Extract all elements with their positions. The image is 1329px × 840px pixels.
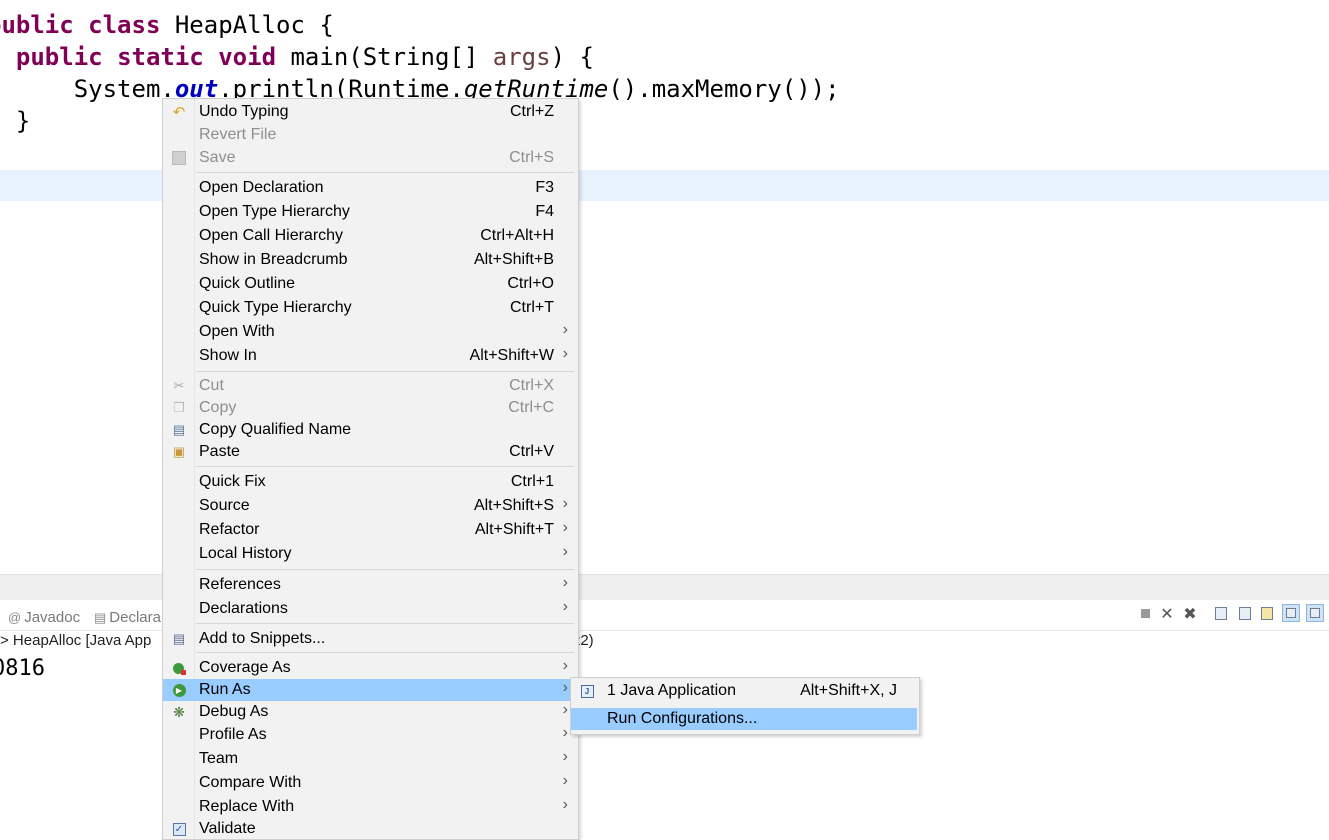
- menu-item-java-application[interactable]: J 1 Java Application Alt+Shift+X, J: [571, 680, 917, 702]
- menu-item-show-in-breadcrumb[interactable]: Show in Breadcrumb Alt+Shift+B: [163, 249, 578, 271]
- menu-item-source[interactable]: Source Alt+Shift+S ›: [163, 495, 578, 517]
- copy-qualified-icon: ▤: [172, 422, 186, 437]
- menu-item-quick-type-hierarchy[interactable]: Quick Type Hierarchy Ctrl+T: [163, 297, 578, 319]
- run-icon: ▶: [171, 682, 187, 698]
- menu-item-copy[interactable]: ❐ Copy Ctrl+C: [163, 397, 578, 419]
- menu-item-quick-outline[interactable]: Quick Outline Ctrl+O: [163, 273, 578, 295]
- remove-launch-icon[interactable]: ✕: [1158, 604, 1176, 623]
- menu-item-references[interactable]: References ›: [163, 574, 578, 596]
- menu-item-open-type-hierarchy[interactable]: Open Type Hierarchy F4: [163, 201, 578, 223]
- word-wrap-icon[interactable]: [1258, 604, 1276, 622]
- menu-item-open-call-hierarchy[interactable]: Open Call Hierarchy Ctrl+Alt+H: [163, 225, 578, 247]
- java-app-icon: J: [579, 683, 595, 699]
- menu-separator: [196, 623, 574, 624]
- coverage-icon: [171, 660, 187, 676]
- chevron-right-icon: ›: [562, 574, 568, 591]
- debug-icon: ❋: [173, 703, 185, 720]
- console-title: > HeapAlloc [Java App: [0, 632, 152, 649]
- cut-icon: ✂: [173, 378, 185, 393]
- checkbox-icon: ✓: [171, 821, 187, 837]
- chevron-right-icon: ›: [562, 679, 568, 696]
- tab-declaration[interactable]: ▤ Declara: [94, 609, 161, 626]
- chevron-right-icon: ›: [562, 796, 568, 813]
- show-console-on-error-icon[interactable]: [1306, 604, 1324, 622]
- menu-item-save[interactable]: Save Ctrl+S: [163, 147, 578, 169]
- chevron-right-icon: ›: [562, 519, 568, 536]
- menu-item-compare-with[interactable]: Compare With ›: [163, 772, 578, 794]
- menu-item-quick-fix[interactable]: Quick Fix Ctrl+1: [163, 471, 578, 493]
- menu-item-paste[interactable]: ▣ Paste Ctrl+V: [163, 441, 578, 463]
- menu-separator: [196, 172, 574, 173]
- save-icon: [171, 150, 187, 166]
- at-icon: @: [8, 610, 22, 625]
- terminate-icon[interactable]: [1136, 604, 1154, 622]
- show-console-on-output-icon[interactable]: [1282, 604, 1300, 622]
- code-line-4: }: [15, 107, 31, 135]
- menu-item-open-declaration[interactable]: Open Declaration F3: [163, 177, 578, 199]
- menu-item-undo-typing[interactable]: ↶ Undo Typing Ctrl+Z: [163, 101, 578, 123]
- menu-item-copy-qualified-name[interactable]: ▤ Copy Qualified Name: [163, 419, 578, 441]
- menu-item-run-as[interactable]: ▶ Run As ›: [163, 679, 578, 701]
- menu-item-declarations[interactable]: Declarations ›: [163, 598, 578, 620]
- menu-item-validate[interactable]: ✓ Validate: [163, 818, 578, 840]
- menu-item-profile-as[interactable]: Profile As ›: [163, 724, 578, 746]
- menu-item-replace-with[interactable]: Replace With ›: [163, 796, 578, 818]
- chevron-right-icon: ›: [562, 701, 568, 718]
- undo-icon: ↶: [172, 104, 186, 121]
- clear-console-icon[interactable]: [1212, 604, 1230, 622]
- chevron-right-icon: ›: [562, 321, 568, 338]
- chevron-right-icon: ›: [562, 748, 568, 765]
- menu-item-refactor[interactable]: Refactor Alt+Shift+T ›: [163, 519, 578, 541]
- menu-item-cut[interactable]: ✂ Cut Ctrl+X: [163, 375, 578, 397]
- menu-separator: [196, 466, 574, 467]
- scroll-lock-icon[interactable]: [1236, 604, 1254, 622]
- menu-item-local-history[interactable]: Local History ›: [163, 543, 578, 565]
- menu-item-team[interactable]: Team ›: [163, 748, 578, 770]
- tab-javadoc[interactable]: @ Javadoc: [8, 609, 80, 626]
- chevron-right-icon: ›: [562, 345, 568, 362]
- paste-icon: ▣: [172, 444, 186, 459]
- remove-all-terminated-icon[interactable]: ✖: [1181, 604, 1199, 623]
- menu-separator: [196, 371, 574, 372]
- chevron-right-icon: ›: [562, 495, 568, 512]
- menu-separator: [196, 569, 574, 570]
- menu-separator: [196, 652, 574, 653]
- chevron-right-icon: ›: [562, 598, 568, 615]
- snippets-icon: ▤: [172, 631, 186, 646]
- code-line-1: public class HeapAlloc {: [0, 11, 334, 39]
- chevron-right-icon: ›: [562, 543, 568, 560]
- code-line-2: public static void main(String[] args) {: [15, 43, 594, 71]
- chevron-right-icon: ›: [562, 772, 568, 789]
- menu-item-add-to-snippets[interactable]: ▤ Add to Snippets...: [163, 628, 578, 650]
- chevron-right-icon: ›: [562, 724, 568, 741]
- run-as-submenu: J 1 Java Application Alt+Shift+X, J Run …: [570, 677, 920, 735]
- editor-context-menu: ↶ Undo Typing Ctrl+Z Revert File Save Ct…: [162, 98, 579, 840]
- declaration-icon: ▤: [94, 610, 107, 625]
- menu-item-open-with[interactable]: Open With ›: [163, 321, 578, 343]
- chevron-right-icon: ›: [562, 657, 568, 674]
- menu-item-coverage-as[interactable]: Coverage As ›: [163, 657, 578, 679]
- menu-item-revert-file[interactable]: Revert File: [163, 124, 578, 146]
- menu-item-debug-as[interactable]: ❋ Debug As ›: [163, 701, 578, 723]
- menu-item-run-configurations[interactable]: Run Configurations...: [571, 708, 917, 730]
- menu-item-show-in[interactable]: Show In Alt+Shift+W ›: [163, 345, 578, 367]
- console-output: 0816: [0, 656, 45, 681]
- copy-icon: ❐: [173, 400, 185, 415]
